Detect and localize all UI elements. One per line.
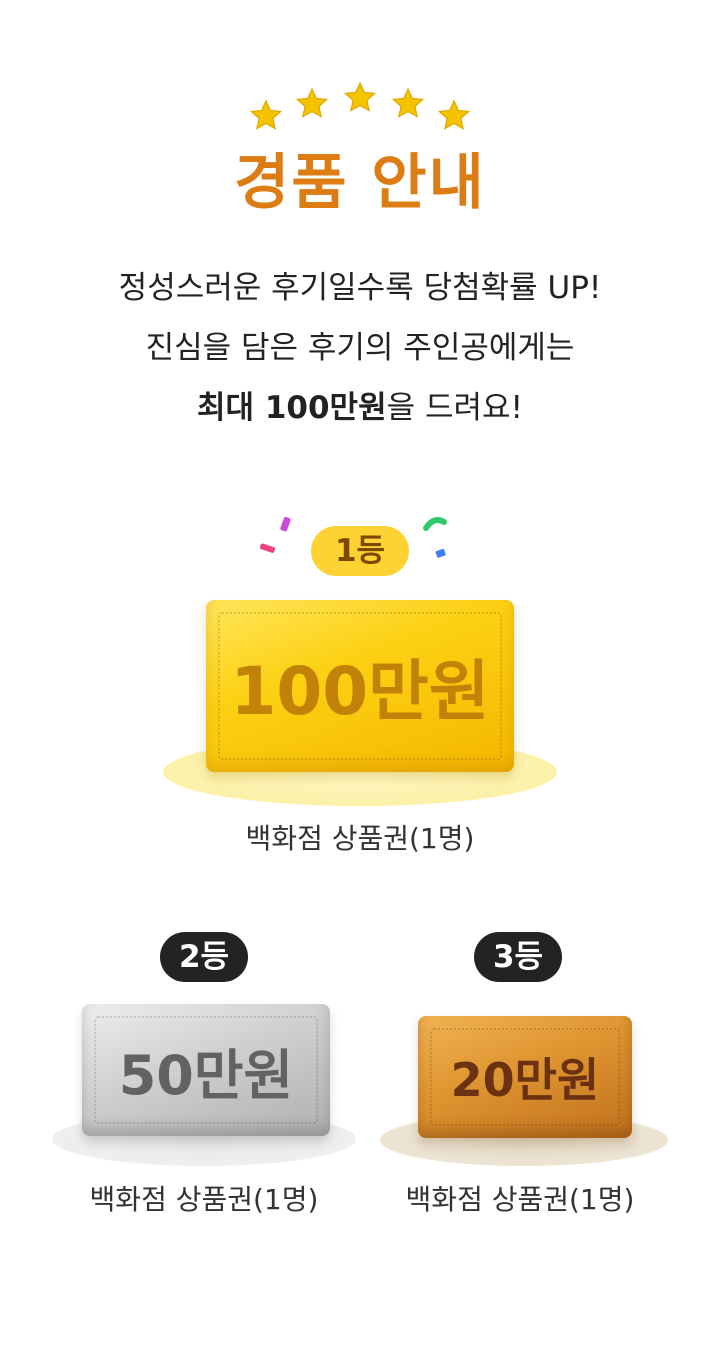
description-line-3-rest: 을 드려요! xyxy=(386,390,523,426)
star-icon xyxy=(343,81,377,112)
star-icon xyxy=(437,99,471,130)
star-icon xyxy=(249,99,283,130)
star-icon xyxy=(295,87,329,118)
first-prize-amount: 100만원 xyxy=(230,653,490,730)
third-prize-caption: 백화점 상품권(1명) xyxy=(405,1183,635,1216)
star-icon xyxy=(391,87,425,118)
third-prize-voucher: 20만원 xyxy=(418,1016,632,1138)
description-line-1: 정성스러운 후기일수록 당첨확률 UP! xyxy=(118,270,602,306)
second-prize-caption: 백화점 상품권(1명) xyxy=(89,1183,319,1216)
second-prize-amount: 50만원 xyxy=(118,1043,294,1107)
description: 정성스러운 후기일수록 당첨확률 UP! 진심을 담은 후기의 주인공에게는 최… xyxy=(0,258,720,438)
first-prize-voucher: 100만원 xyxy=(206,600,514,772)
description-line-2: 진심을 담은 후기의 주인공에게는 xyxy=(145,330,575,366)
third-prize-amount: 20만원 xyxy=(450,1053,600,1107)
max-prize-highlight: 최대 100만원 xyxy=(197,390,387,426)
rating-stars xyxy=(0,80,720,140)
first-prize-caption: 백화점 상품권(1명) xyxy=(245,822,475,855)
second-prize-voucher: 50만원 xyxy=(82,1004,330,1136)
confetti-icon xyxy=(259,516,291,553)
confetti-icon xyxy=(423,517,447,558)
second-prize-badge: 2등 xyxy=(160,932,248,982)
first-prize-badge: 1등 xyxy=(311,526,409,576)
description-line-3: 최대 100만원을 드려요! xyxy=(0,378,720,438)
page-title: 경품 안내 xyxy=(234,148,486,218)
third-prize-badge: 3등 xyxy=(474,932,562,982)
